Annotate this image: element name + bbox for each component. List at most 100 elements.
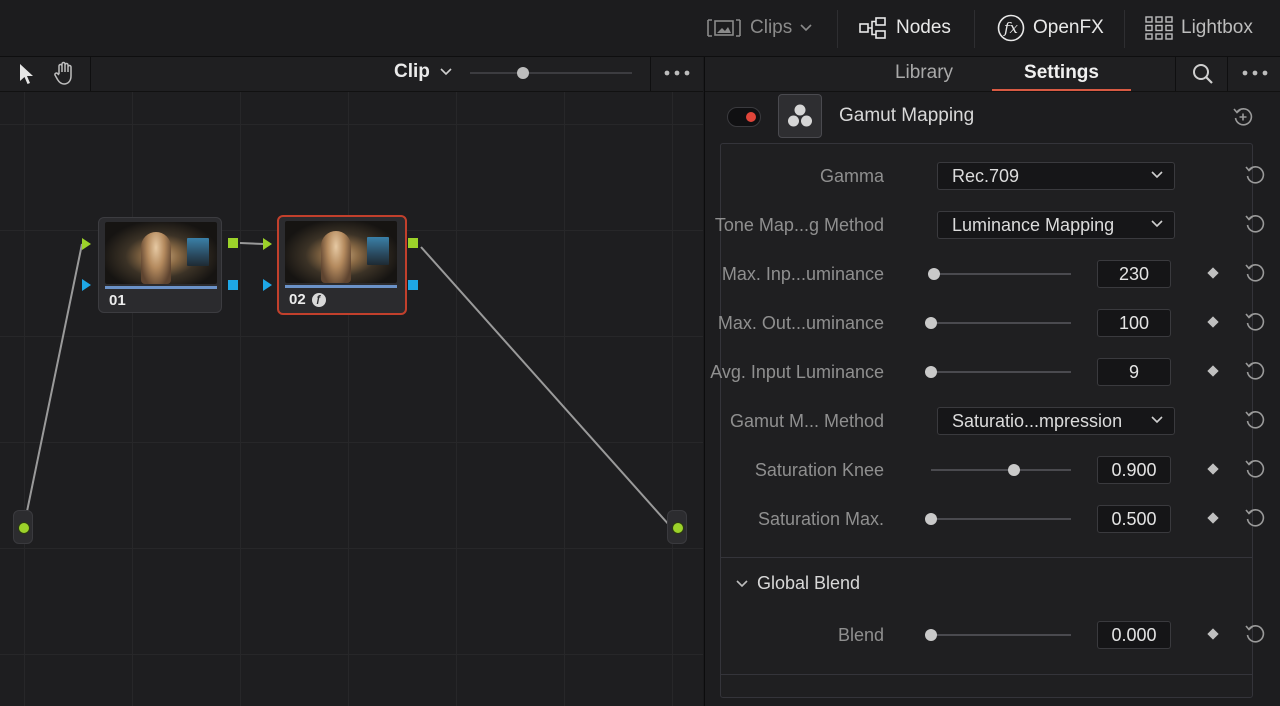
effect-title: Gamut Mapping (839, 105, 975, 126)
svg-text:fx: fx (1003, 19, 1019, 37)
inspector-panel: Library Settings Gamut Mapping Gamma Rec… (704, 57, 1280, 706)
effect-enable-toggle[interactable] (727, 107, 761, 127)
gamut-mapping-method-value: Saturatio...mpression (952, 410, 1123, 431)
source-input-port[interactable] (13, 510, 33, 544)
zoom-slider[interactable] (470, 67, 632, 79)
node-02[interactable]: 02 ƒ (277, 215, 407, 315)
slider-knob[interactable] (925, 366, 937, 378)
tab-library-label: Library (894, 62, 954, 83)
chevron-down-icon (1151, 171, 1163, 179)
pointer-tool-icon[interactable] (17, 62, 35, 86)
nodes-button[interactable]: Nodes (858, 0, 951, 56)
node-label: 02 ƒ (289, 291, 326, 308)
tab-settings[interactable]: Settings (992, 57, 1131, 91)
max-input-luminance-field[interactable]: 230 (1097, 260, 1171, 288)
reset-icon[interactable] (1244, 409, 1266, 431)
more-options-icon[interactable] (1242, 70, 1268, 76)
saturation-max-field[interactable]: 0.500 (1097, 505, 1171, 533)
node-connections (23, 242, 671, 527)
slider-knob[interactable] (927, 268, 940, 280)
max-input-luminance-value: 230 (1118, 263, 1150, 284)
reset-icon[interactable] (1244, 458, 1266, 480)
slider-knob[interactable] (925, 317, 937, 329)
chevron-down-icon (1151, 416, 1163, 424)
clip-mode-dropdown[interactable]: Clip (394, 61, 452, 83)
saturation-knee-field[interactable]: 0.900 (1097, 456, 1171, 484)
global-blend-title: Global Blend (757, 573, 861, 593)
max-output-luminance-slider[interactable] (925, 317, 1071, 329)
fx-badge-icon: ƒ (311, 292, 326, 307)
node-editor-panel: Clip 01 02 ƒ (0, 57, 703, 706)
node1-key-input[interactable] (82, 279, 91, 291)
keyframe-icon[interactable] (1207, 316, 1219, 328)
gamma-label: Gamma (819, 166, 884, 186)
avg-input-luminance-slider[interactable] (925, 366, 1071, 378)
tone-mapping-method-value: Luminance Mapping (952, 214, 1115, 235)
toolbar-divider (1175, 57, 1176, 91)
chevron-down-icon (800, 24, 812, 32)
toolbar-divider (1124, 10, 1125, 48)
keyframe-icon[interactable] (1207, 628, 1219, 640)
more-options-icon[interactable] (664, 70, 690, 76)
reset-icon[interactable] (1244, 164, 1266, 186)
tone-mapping-method-label: Tone Map...g Method (714, 215, 884, 235)
slider-knob[interactable] (925, 513, 937, 525)
gamut-mapping-method-dropdown[interactable]: Saturatio...mpression (937, 407, 1175, 435)
keyframe-icon[interactable] (1207, 512, 1219, 524)
node2-key-output[interactable] (408, 280, 418, 290)
saturation-max-label: Saturation Max. (757, 509, 884, 529)
node1-key-output[interactable] (228, 280, 238, 290)
reset-icon[interactable] (1244, 311, 1266, 333)
search-icon[interactable] (1191, 62, 1215, 86)
node-graph-canvas[interactable]: 01 02 ƒ (0, 92, 703, 706)
slider-knob[interactable] (925, 629, 937, 641)
node1-rgb-output[interactable] (228, 238, 238, 248)
node2-key-input[interactable] (263, 279, 272, 291)
resolve-fx-icon (778, 94, 822, 138)
clips-button[interactable]: Clips (706, 0, 812, 56)
blend-slider[interactable] (925, 629, 1071, 641)
output-port[interactable] (667, 510, 687, 544)
avg-input-luminance-label: Avg. Input Luminance (710, 362, 884, 382)
source-dot (18, 522, 30, 534)
node-number: 01 (109, 292, 126, 309)
node2-rgb-output[interactable] (408, 238, 418, 248)
toolbar-divider (1227, 57, 1228, 91)
reset-icon[interactable] (1244, 262, 1266, 284)
toolbar-divider (837, 10, 838, 48)
max-input-luminance-slider[interactable] (927, 268, 1071, 280)
node-number: 02 (289, 291, 306, 308)
reset-all-icon[interactable] (1232, 106, 1254, 128)
keyframe-icon[interactable] (1207, 365, 1219, 377)
gamut-mapping-settings: Gamma Rec.709 Tone Map...g Method Lumina… (710, 143, 1265, 698)
saturation-knee-slider[interactable] (931, 464, 1071, 476)
blend-field[interactable]: 0.000 (1097, 621, 1171, 649)
reset-icon[interactable] (1244, 507, 1266, 529)
slider-knob[interactable] (1007, 464, 1020, 476)
reset-icon[interactable] (1244, 360, 1266, 382)
fx-icon: fx (997, 14, 1025, 42)
max-output-luminance-field[interactable]: 100 (1097, 309, 1171, 337)
reset-icon[interactable] (1244, 623, 1266, 645)
reset-icon[interactable] (1244, 213, 1266, 235)
node-label: 01 (109, 292, 126, 309)
lightbox-button[interactable]: Lightbox (1145, 0, 1253, 56)
tab-library[interactable]: Library (881, 57, 967, 89)
hand-tool-icon[interactable] (53, 60, 77, 86)
output-dot (672, 522, 684, 534)
lightbox-grid-icon (1145, 16, 1173, 40)
avg-input-luminance-field[interactable]: 9 (1097, 358, 1171, 386)
tone-mapping-method-dropdown[interactable]: Luminance Mapping (937, 211, 1175, 239)
node1-rgb-input[interactable] (82, 238, 91, 250)
keyframe-icon[interactable] (1207, 463, 1219, 475)
node2-rgb-input[interactable] (263, 238, 272, 250)
zoom-slider-knob[interactable] (517, 67, 529, 79)
saturation-max-slider[interactable] (925, 513, 1071, 525)
global-blend-section-header[interactable]: Global Blend (735, 573, 860, 594)
keyframe-icon[interactable] (1207, 267, 1219, 279)
openfx-button[interactable]: fx OpenFX (997, 0, 1104, 56)
gamma-dropdown[interactable]: Rec.709 (937, 162, 1175, 190)
node-01[interactable]: 01 (98, 217, 222, 313)
max-output-luminance-label: Max. Out...uminance (717, 313, 884, 333)
max-output-luminance-value: 100 (1118, 312, 1150, 333)
